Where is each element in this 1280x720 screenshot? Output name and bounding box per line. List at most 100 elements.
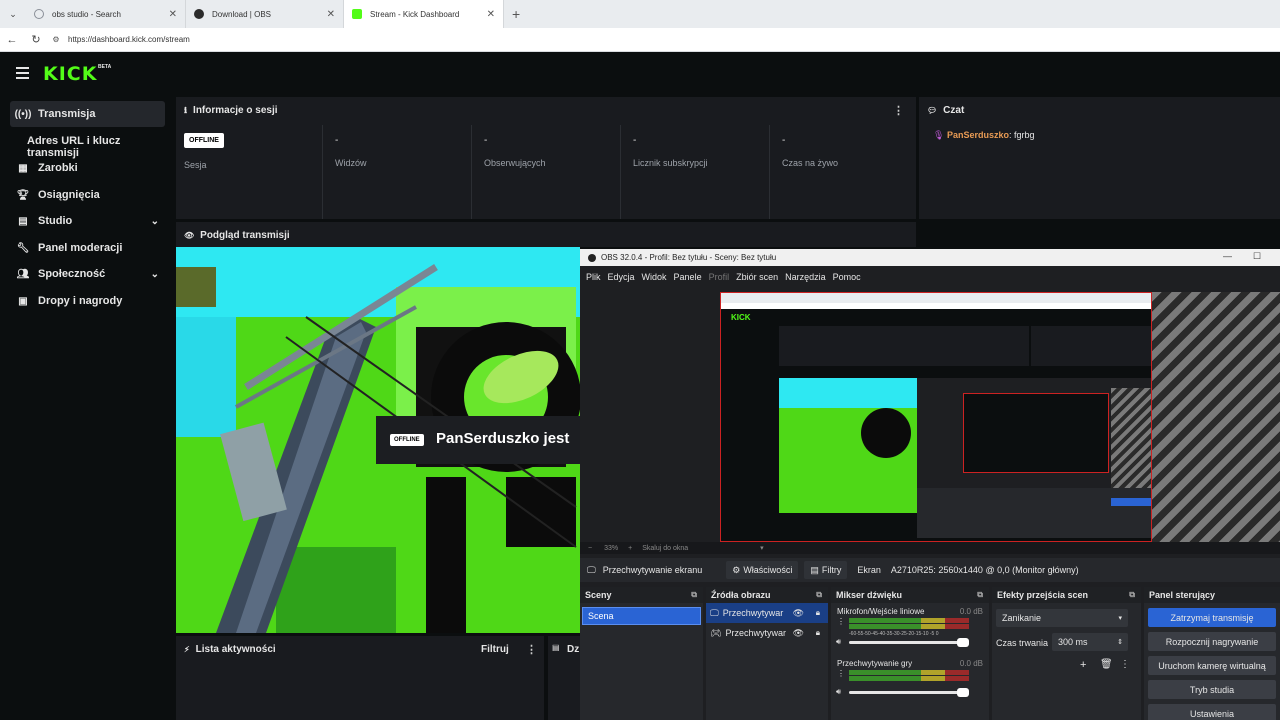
more-options-icon[interactable]: ⋮: [526, 643, 537, 656]
source-item[interactable]: 🎮︎ Przechwytywar 👁︎ 🔒︎: [706, 623, 828, 643]
dock-header: Sceny ⧉: [580, 587, 703, 603]
broadcast-icon: ((•)): [14, 108, 32, 120]
channel-db: 0.0 dB: [959, 607, 983, 616]
panel-title: ⚡︎ Lista aktywności: [184, 644, 276, 655]
audio-mixer-dock: Mikser dźwięku ⧉ Mikrofon/Wejście liniow…: [831, 587, 989, 720]
minimize-icon[interactable]: —: [1223, 251, 1232, 261]
panel-title: 💬︎ Czat: [927, 105, 964, 116]
sidebar-item-transmisja[interactable]: ((•)) Transmisja: [10, 101, 165, 127]
transition-select[interactable]: Zanikanie ▾: [996, 609, 1128, 627]
duration-input[interactable]: 300 ms ⇕: [1052, 633, 1128, 651]
controls-title: Panel sterujący: [1149, 590, 1216, 600]
start-recording-button[interactable]: Rozpocznij nagrywanie: [1148, 632, 1276, 651]
sidebar-item-osiagniecia[interactable]: 🏆︎ Osiągnięcia: [10, 182, 165, 208]
menu-plik[interactable]: Plik: [586, 272, 601, 282]
start-virtual-camera-button[interactable]: Uruchom kamerę wirtualną: [1148, 656, 1276, 675]
offline-overlay-card: OFFLINE PanSerduszko jest: [376, 416, 586, 464]
add-icon[interactable]: +: [1080, 659, 1086, 671]
zoom-in-icon[interactable]: +: [628, 545, 632, 552]
sidebar-item-spolecznosc[interactable]: 👥︎ Społeczność ⌄: [10, 261, 165, 287]
channel-menu-icon[interactable]: ⋮: [837, 669, 845, 678]
close-tab-icon[interactable]: ✕: [169, 9, 177, 20]
sidebar-item-dropy[interactable]: ▣ Dropy i nagrody: [10, 288, 165, 314]
search-favicon-icon: [34, 9, 44, 19]
trash-icon[interactable]: 🗑︎: [1100, 659, 1113, 670]
new-tab-icon[interactable]: +: [512, 6, 520, 22]
lock-icon[interactable]: 🔒︎: [816, 628, 820, 638]
transition-value: Zanikanie: [1002, 613, 1042, 623]
back-icon[interactable]: ←: [0, 34, 24, 46]
bolt-icon: ⚡︎: [184, 645, 190, 654]
obs-window-title: OBS 32.0.4 - Profil: Bez tytułu - Sceny:…: [601, 253, 777, 262]
undock-icon[interactable]: ⧉: [816, 590, 822, 600]
transitions-dock: Efekty przejścia scen ⧉ Zanikanie ▾ Czas…: [992, 587, 1141, 720]
studio-mode-button[interactable]: Tryb studia: [1148, 680, 1276, 699]
menu-zbior-scen[interactable]: Zbiór scen: [736, 272, 778, 282]
speaker-icon[interactable]: 🔊︎: [836, 637, 841, 647]
tab-download-obs[interactable]: Download | OBS ✕: [186, 0, 344, 28]
sidebar-item-label: Osiągnięcia: [38, 189, 100, 201]
url-field[interactable]: https://dashboard.kick.com/stream: [68, 35, 190, 44]
tab-kick-dashboard[interactable]: Stream - Kick Dashboard ✕: [344, 0, 504, 28]
undock-icon[interactable]: ⧉: [977, 590, 983, 600]
stat-label: Czas na żywo: [782, 158, 839, 168]
tab-obs-search[interactable]: obs studio - Search ✕: [26, 0, 186, 28]
chevron-down-icon[interactable]: ▾: [760, 544, 764, 552]
visibility-icon[interactable]: 👁︎: [793, 608, 804, 619]
scene-item[interactable]: Scena: [582, 607, 701, 625]
chat-text: fgrbg: [1014, 130, 1035, 140]
menu-widok[interactable]: Widok: [642, 272, 667, 282]
panel-title: ℹ Informacje o sesji: [184, 105, 278, 116]
visibility-icon[interactable]: 👁︎: [793, 628, 804, 639]
mixer-title: Mikser dźwięku: [836, 590, 903, 600]
channel-menu-icon[interactable]: ⋮: [837, 617, 845, 626]
scale-option[interactable]: Skaluj do okna: [642, 545, 688, 552]
volume-slider-handle[interactable]: [957, 688, 969, 697]
scenes-title: Sceny: [585, 590, 612, 600]
menu-panele[interactable]: Panele: [674, 272, 702, 282]
chat-username[interactable]: PanSerduszko: [947, 130, 1009, 140]
dock-header: Mikser dźwięku ⧉: [831, 587, 989, 603]
close-tab-icon[interactable]: ✕: [327, 9, 335, 20]
filters-button[interactable]: ▤ Filtry: [804, 561, 848, 579]
offline-message: PanSerduszko jest: [436, 430, 570, 447]
menu-edycja[interactable]: Edycja: [608, 272, 635, 282]
volume-slider[interactable]: [849, 688, 969, 697]
undock-icon[interactable]: ⧉: [1129, 590, 1135, 600]
tab-search-dropdown-icon[interactable]: ⌄: [0, 9, 26, 20]
settings-button[interactable]: Ustawienia: [1148, 704, 1276, 720]
site-info-icon[interactable]: ⚙: [48, 35, 64, 44]
source-item[interactable]: 🖵︎ Przechwytywar 👁︎ 🔒︎: [706, 603, 828, 623]
menu-narzedzia[interactable]: Narzędzia: [785, 272, 826, 282]
sidebar-item-panel-moderacji[interactable]: 🔧︎ Panel moderacji: [10, 235, 165, 261]
stat-value: -: [633, 135, 637, 146]
volume-slider[interactable]: [849, 638, 969, 647]
maximize-icon[interactable]: ☐: [1253, 251, 1261, 262]
more-options-icon[interactable]: ⋮: [893, 104, 904, 117]
sidebar-item-zarobki[interactable]: ▦ Zarobki: [10, 155, 165, 181]
properties-button[interactable]: ⚙ Właściwości: [726, 561, 799, 579]
stop-streaming-button[interactable]: Zatrzymaj transmisję: [1148, 608, 1276, 627]
obs-preview-canvas[interactable]: KICK: [580, 287, 1280, 542]
zoom-out-icon[interactable]: −: [588, 545, 592, 552]
chat-separator: :: [1008, 130, 1012, 140]
undock-icon[interactable]: ⧉: [691, 590, 697, 600]
menu-profil[interactable]: Profil: [709, 272, 730, 282]
panel-title: 👁︎ Podgląd transmisji: [184, 230, 290, 241]
filter-button[interactable]: Filtruj: [481, 644, 509, 655]
speaker-icon[interactable]: 🔊︎: [836, 687, 841, 697]
menu-pomoc[interactable]: Pomoc: [833, 272, 861, 282]
more-options-icon[interactable]: ⋮: [1120, 659, 1130, 670]
obs-titlebar: OBS 32.0.4 - Profil: Bez tytułu - Sceny:…: [580, 249, 1280, 266]
volume-slider-handle[interactable]: [957, 638, 969, 647]
zoom-level: 33%: [604, 544, 619, 552]
reload-icon[interactable]: ↻: [24, 33, 48, 46]
lock-icon[interactable]: 🔒︎: [816, 608, 820, 618]
screen-select[interactable]: A2710R25: 2560x1440 @ 0,0 (Monitor główn…: [891, 565, 1079, 575]
close-tab-icon[interactable]: ✕: [487, 9, 495, 20]
sidebar-item-studio[interactable]: ▤ Studio ⌄: [10, 208, 165, 234]
kick-logo[interactable]: KICK: [43, 63, 97, 85]
menu-icon[interactable]: [16, 67, 29, 79]
meter-scale: -60-55-50-45-40-35-30-25-20-15-10 -5 0: [849, 631, 939, 637]
controls-dock: Panel sterujący Zatrzymaj transmisję Roz…: [1144, 587, 1280, 720]
